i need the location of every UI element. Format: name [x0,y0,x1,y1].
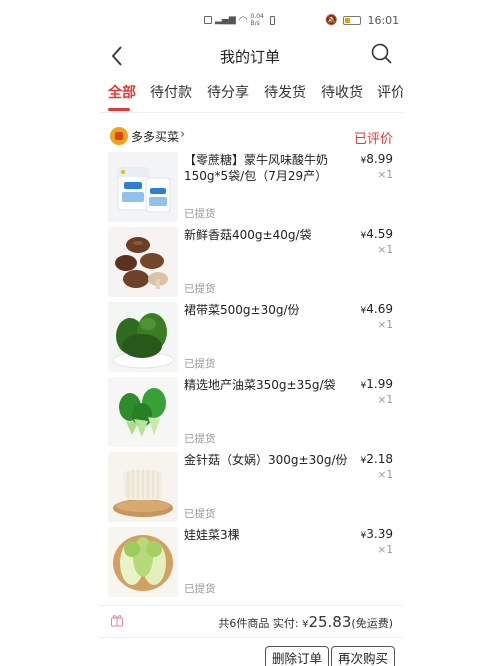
vibrate-icon [269,15,275,25]
active-tab-indicator [108,108,130,111]
item-quantity: ×1 [377,319,393,331]
item-quantity: ×1 [377,469,393,481]
chevron-right-icon: › [180,127,186,142]
signal-icon: ▂▄▆ [215,15,236,25]
shipping-note: (免运费) [351,617,393,630]
paid-label: 实付: [272,617,299,630]
item-quantity: ×1 [377,544,393,556]
store-name: 多多买菜 [131,130,180,144]
seaweed-image [108,302,178,372]
item-pickup-status: 已提货 [184,583,216,595]
order-total: 共6件商品 实付: ¥25.83(免运费) [218,613,393,631]
bok-choy-image [108,377,178,447]
item-price: ¥4.69 [360,302,393,316]
item-price: ¥8.99 [360,152,393,166]
item-quantity: ×1 [377,244,393,256]
item-pickup-status: 已提货 [184,283,216,295]
order-item[interactable]: 精选地产油菜350g±35g/袋 已提货 ¥1.99 ×1 [100,377,403,452]
order-item[interactable]: 裙带菜500g±30g/份 已提货 ¥4.69 ×1 [100,302,403,377]
tabs-divider [100,112,403,113]
header: 我的订单 [100,38,400,74]
status-icons-left: ▂▄▆ ◠ 0.04 B/s [204,13,275,27]
shiitake-mushroom-image [108,227,178,297]
sim-icon [204,16,212,24]
actions-divider [100,637,403,638]
store-row[interactable]: 多多买菜 › 已评价 [100,125,403,147]
yogurt-pack-image [108,152,178,222]
page-title: 我的订单 [219,48,280,66]
item-count: 共6件商品 [218,617,270,630]
item-name: 金针菇（女娲）300g±30g/份 [184,453,348,467]
item-pickup-status: 已提货 [184,508,216,520]
order-summary: 共6件商品 实付: ¥25.83(免运费) [100,606,403,636]
order-card: 多多买菜 › 已评价 【零蔗糖】蒙牛风味酸牛奶150g*5袋/包（7月29产） … [100,119,403,666]
item-name: 精选地产油菜350g±35g/袋 [184,378,336,392]
tab-pending-share[interactable]: 待分享 [207,82,249,102]
item-quantity: ×1 [377,169,393,181]
tab-all[interactable]: 全部 [108,82,136,102]
tab-review[interactable]: 评价 [377,82,403,102]
order-status: 已评价 [353,132,393,147]
search-icon[interactable] [370,42,394,66]
item-price: ¥1.99 [360,377,393,391]
tab-pending-receipt[interactable]: 待收货 [321,82,363,102]
rebuy-button[interactable]: 再次购买 [331,646,396,666]
item-name: 【零蔗糖】蒙牛风味酸牛奶150g*5袋/包（7月29产） [184,153,329,183]
delete-order-button[interactable]: 删除订单 [265,646,330,666]
item-price: ¥4.59 [360,227,393,241]
item-name: 裙带菜500g±30g/份 [184,303,300,317]
tab-pending-shipment[interactable]: 待发货 [264,82,306,102]
mute-icon: 🔕 [325,15,338,26]
gift-icon [111,615,123,627]
order-item[interactable]: 金针菇（女娲）300g±30g/份 已提货 ¥2.18 ×1 [100,452,403,527]
status-icons-right: 🔕 16:01 [325,14,399,27]
item-price: ¥3.39 [360,527,393,541]
store-logo-icon [110,127,128,145]
item-pickup-status: 已提货 [184,433,216,445]
order-item[interactable]: 【零蔗糖】蒙牛风味酸牛奶150g*5袋/包（7月29产） 已提货 ¥8.99 ×… [100,152,403,227]
order-item[interactable]: 新鲜香菇400g±40g/袋 已提货 ¥4.59 ×1 [100,227,403,302]
item-pickup-status: 已提货 [184,358,216,370]
item-name: 新鲜香菇400g±40g/袋 [184,228,312,242]
order-item[interactable]: 娃娃菜3棵 已提货 ¥3.39 ×1 [100,527,403,602]
battery-icon [343,16,362,25]
enoki-mushroom-image [108,452,178,522]
order-tabs: 全部 待付款 待分享 待发货 待收货 评价 [100,76,403,112]
total-amount: 25.83 [308,613,352,631]
item-price: ¥2.18 [360,452,393,466]
tab-pending-payment[interactable]: 待付款 [150,82,192,102]
clock: 16:01 [367,14,400,27]
baby-cabbage-image [108,527,178,597]
item-name: 娃娃菜3棵 [184,528,240,542]
item-pickup-status: 已提货 [184,208,216,220]
wifi-icon: ◠ [238,14,248,26]
network-speed: 0.04 B/s [250,13,264,27]
item-quantity: ×1 [377,394,393,406]
